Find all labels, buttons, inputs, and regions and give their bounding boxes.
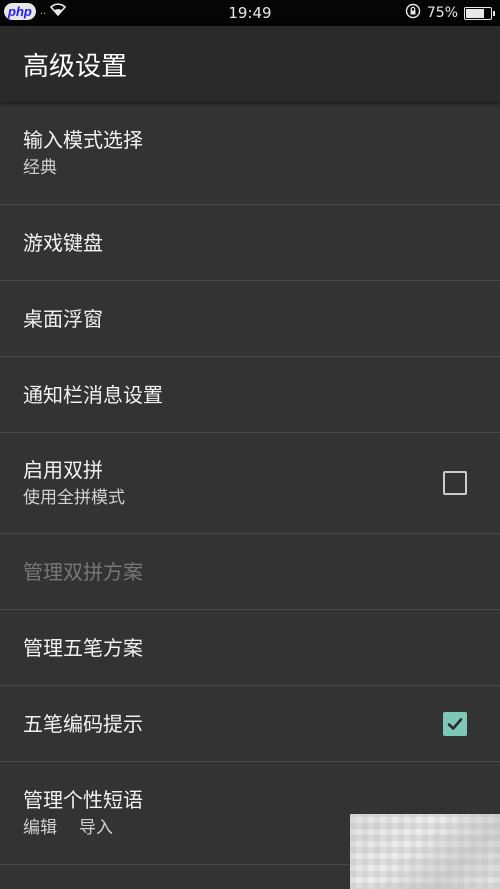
setting-summary: 使用全拼模式 xyxy=(23,488,125,508)
page-title: 高级设置 xyxy=(23,51,128,82)
setting-title: 管理五笔方案 xyxy=(23,635,143,660)
setting-title: 启用双拼 xyxy=(23,458,103,482)
checkmark-icon xyxy=(447,717,463,730)
import-link[interactable]: 导入 xyxy=(79,816,113,840)
setting-summary: 经典 xyxy=(23,158,57,178)
setting-title: 游戏键盘 xyxy=(23,230,103,255)
setting-title: 五笔编码提示 xyxy=(23,711,143,736)
setting-title: 通知栏消息设置 xyxy=(23,382,163,407)
wubi-hint-checkbox-icon[interactable] xyxy=(443,711,467,736)
setting-title: 管理双拼方案 xyxy=(23,559,143,584)
blurred-watermark xyxy=(350,814,500,889)
app-bar: 高级设置 xyxy=(0,26,500,102)
double-pinyin-checkbox-icon[interactable] xyxy=(443,471,467,495)
setting-manage-wubi[interactable]: 管理五笔方案 xyxy=(0,610,500,686)
battery-fill xyxy=(466,8,484,18)
battery-icon xyxy=(464,6,495,20)
setting-input-mode[interactable]: 输入模式选择 经典 xyxy=(0,102,500,205)
setting-double-pinyin[interactable]: 启用双拼 使用全拼模式 xyxy=(0,433,500,534)
setting-game-keyboard[interactable]: 游戏键盘 xyxy=(0,205,500,281)
setting-title: 桌面浮窗 xyxy=(23,306,103,331)
battery-percent: 75% xyxy=(426,5,458,21)
status-right: 75% xyxy=(405,3,495,23)
setting-manage-double-pinyin: 管理双拼方案 xyxy=(0,534,500,610)
setting-floating-window[interactable]: 桌面浮窗 xyxy=(0,281,500,357)
status-bar: php .. 19:49 75% xyxy=(0,0,500,26)
lock-rotation-icon xyxy=(405,3,421,23)
edit-link[interactable]: 编辑 xyxy=(23,816,57,840)
settings-list: 输入模式选择 经典 游戏键盘 桌面浮窗 通知栏消息设置 启用双拼 使用全拼模式 … xyxy=(0,102,500,865)
setting-title: 管理个性短语 xyxy=(23,788,143,812)
setting-wubi-hint[interactable]: 五笔编码提示 xyxy=(0,686,500,762)
setting-title: 输入模式选择 xyxy=(23,128,143,152)
setting-notification[interactable]: 通知栏消息设置 xyxy=(0,357,500,433)
